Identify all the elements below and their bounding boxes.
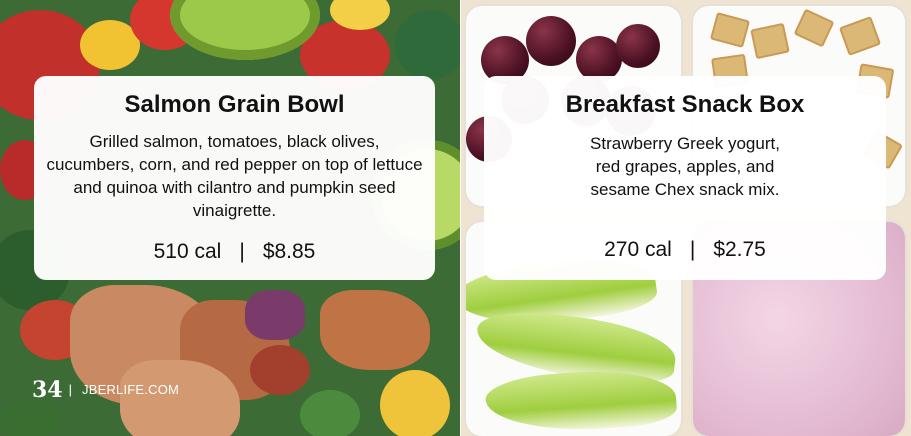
salmon-bowl-panel: Salmon Grain Bowl Grilled salmon, tomato… (0, 0, 460, 436)
card-title: Breakfast Snack Box (565, 91, 805, 118)
card-price-line: 270 cal | $2.75 (484, 237, 886, 263)
page-number: 34 (32, 377, 63, 403)
card-description: Strawberry Greek yogurt, red grapes, app… (484, 132, 886, 201)
description-line: sesame Chex snack mix. (590, 180, 780, 199)
description-line: red grapes, apples, and (595, 157, 775, 176)
calories: 270 cal (604, 238, 672, 261)
page-footer: 34 | JBERLIFE.COM (32, 376, 179, 404)
price: $8.85 (262, 240, 316, 263)
breakfast-snack-box-card: Breakfast Snack Box Strawberry Greek yog… (484, 76, 886, 280)
separator: | (239, 240, 245, 263)
calories: 510 cal (153, 240, 222, 263)
salmon-grain-bowl-card: Salmon Grain Bowl Grilled salmon, tomato… (34, 76, 435, 280)
separator: | (689, 238, 696, 261)
description-line: Strawberry Greek yogurt, (590, 134, 780, 153)
footer-separator: | (68, 382, 73, 397)
card-title: Salmon Grain Bowl (124, 91, 345, 118)
card-description: Grilled salmon, tomatoes, black olives, … (46, 132, 423, 220)
card-price-line: 510 cal | $8.85 (34, 239, 435, 265)
price: $2.75 (713, 238, 766, 261)
lime-wedge (170, 0, 320, 60)
site-name: JBERLIFE.COM (82, 382, 180, 397)
